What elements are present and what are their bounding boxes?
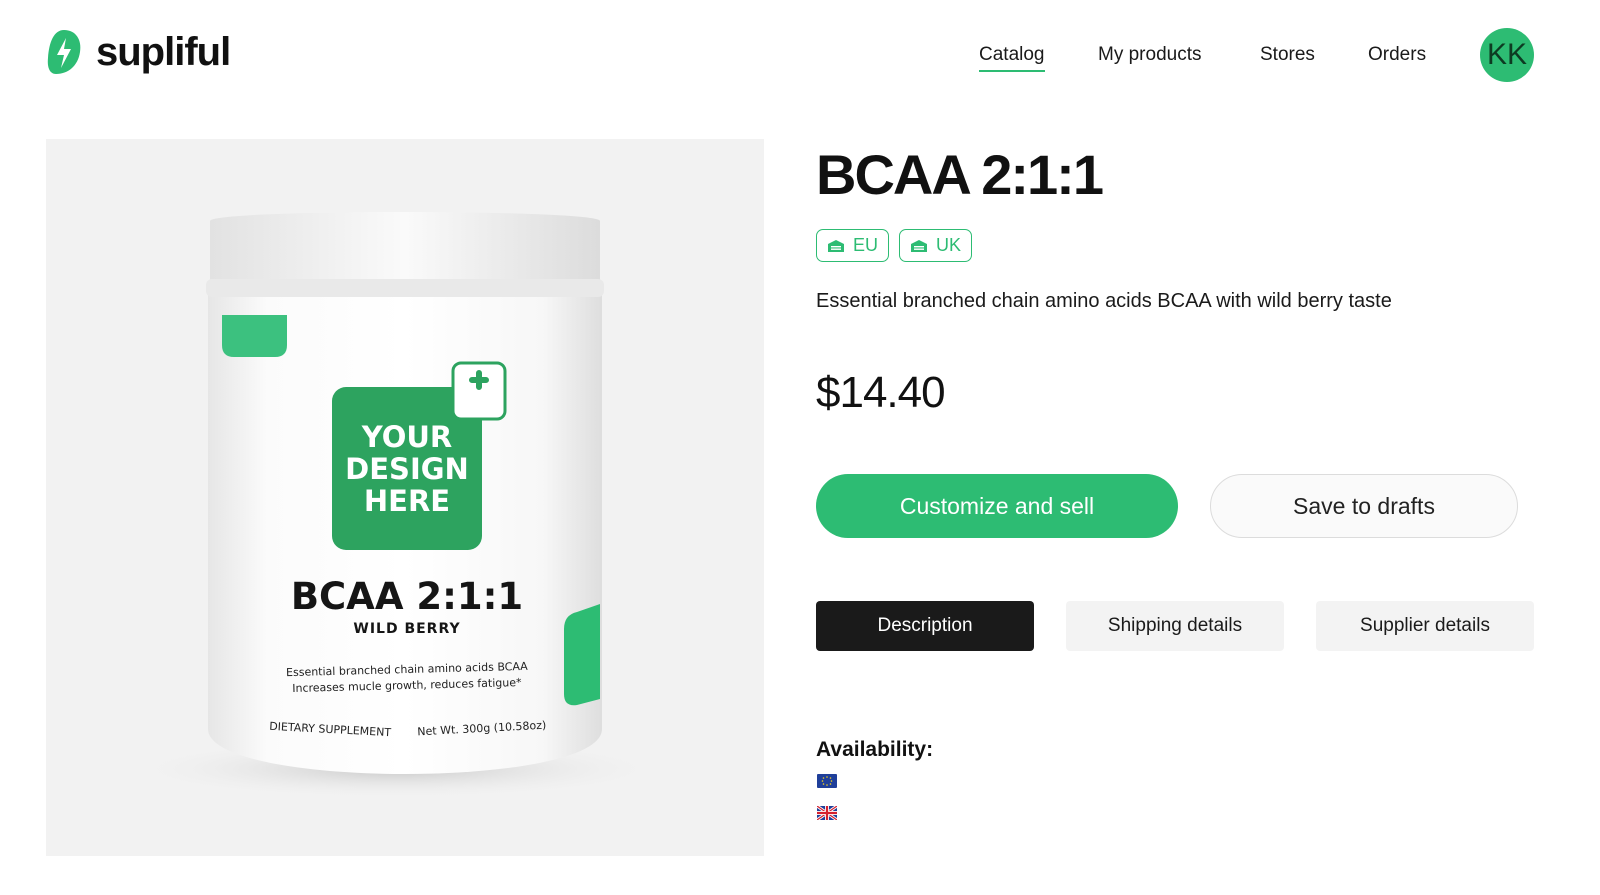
- nav-my-products[interactable]: My products: [1098, 44, 1201, 66]
- product-image: YOUR DESIGN HERE BCAA 2:1:1 WILD BERRY E…: [46, 139, 764, 856]
- warehouse-icon: [911, 239, 928, 252]
- design-placeholder-line-1: YOUR: [361, 420, 453, 454]
- tab-description[interactable]: Description: [816, 601, 1034, 651]
- tab-supplier-details[interactable]: Supplier details: [1316, 601, 1534, 651]
- region-badges: EU UK: [816, 229, 973, 262]
- region-badge-uk[interactable]: UK: [899, 229, 973, 262]
- product-price: $14.40: [816, 368, 946, 417]
- region-badge-label: UK: [936, 235, 962, 255]
- product-jar-illustration: YOUR DESIGN HERE BCAA 2:1:1 WILD BERRY E…: [126, 212, 666, 799]
- warehouse-icon: [828, 239, 844, 252]
- nav-orders[interactable]: Orders: [1368, 44, 1426, 66]
- customize-and-sell-button[interactable]: Customize and sell: [816, 474, 1178, 538]
- product-description: Essential branched chain amino acids BCA…: [816, 290, 1392, 312]
- user-avatar[interactable]: KK: [1480, 28, 1534, 82]
- jar-label-title: BCAA 2:1:1: [291, 575, 523, 618]
- uk-flag-icon: [817, 806, 837, 820]
- jar-label-flavor: WILD BERRY: [353, 621, 460, 637]
- availability-title: Availability:: [816, 738, 934, 761]
- design-placeholder-line-2: DESIGN: [345, 452, 469, 486]
- product-title: BCAA 2:1:1: [816, 143, 1104, 206]
- save-to-drafts-button[interactable]: Save to drafts: [1210, 474, 1518, 538]
- region-badge-label: EU: [853, 235, 879, 255]
- nav-stores[interactable]: Stores: [1260, 44, 1315, 66]
- tab-shipping-details[interactable]: Shipping details: [1066, 601, 1284, 651]
- design-placeholder-line-3: HERE: [364, 484, 450, 518]
- eu-flag-icon: [817, 774, 837, 788]
- main-nav: Catalog My products Stores Orders: [0, 44, 1600, 74]
- region-badge-eu[interactable]: EU: [816, 229, 890, 262]
- nav-catalog[interactable]: Catalog: [979, 44, 1045, 72]
